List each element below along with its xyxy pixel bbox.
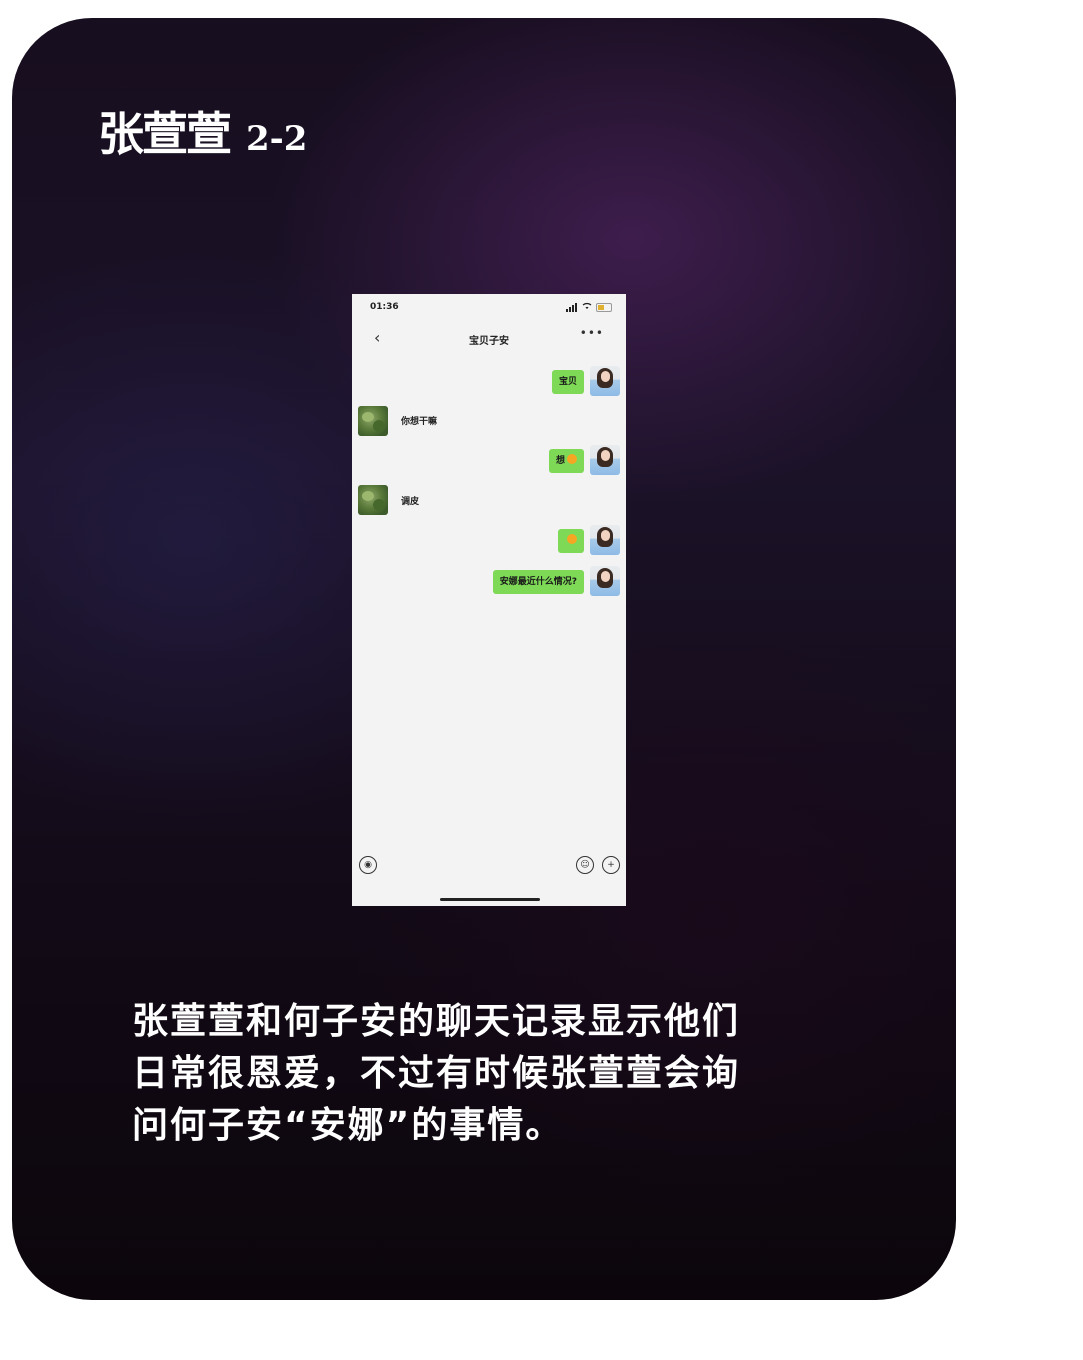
status-bar: 01:36: [352, 294, 626, 320]
message-bubble-out[interactable]: 安娜最近什么情况?: [492, 570, 584, 594]
signal-bar: [572, 305, 574, 312]
avatar-self[interactable]: [590, 366, 620, 396]
status-icons: [566, 302, 612, 312]
character-name: 张萱萱: [98, 107, 232, 161]
plus-icon[interactable]: +: [602, 856, 620, 874]
chat-input-bar: ◉ ☺ +: [352, 850, 626, 880]
avatar-contact[interactable]: [358, 485, 388, 515]
message-bubble-out[interactable]: [558, 529, 584, 553]
home-indicator: [440, 898, 540, 901]
avatar-self[interactable]: [590, 445, 620, 475]
message-text-in[interactable]: 你想干嘛: [401, 414, 437, 427]
more-icon[interactable]: •••: [580, 326, 604, 340]
wifi-icon: [582, 302, 592, 309]
phone-screenshot: 01:36 ‹ 宝贝子安 ••• 宝贝 你想干嘛 想 调皮 安娜最近什么情况? …: [352, 294, 626, 906]
story-card: 张萱萱 2-2 01:36 ‹ 宝贝子安 ••• 宝贝 你想干嘛 想 调皮 安娜…: [12, 18, 956, 1300]
caption-line: 张萱萱和何子安的聊天记录显示他们: [132, 1001, 741, 1042]
emoji-icon: [567, 454, 577, 464]
message-bubble-out[interactable]: 想: [548, 449, 584, 473]
message-text: 想: [555, 456, 565, 466]
message-bubble-out[interactable]: 宝贝: [551, 370, 584, 394]
status-time: 01:36: [370, 302, 399, 312]
avatar-contact[interactable]: [358, 406, 388, 436]
emoji-icon[interactable]: ☺: [576, 856, 594, 874]
card-title: 张萱萱 2-2: [98, 98, 307, 164]
sticker-emoji-icon: [567, 534, 577, 544]
signal-bar: [575, 303, 577, 312]
caption-line: 问何子安“安娜”的事情。: [132, 1105, 564, 1146]
avatar-self[interactable]: [590, 525, 620, 555]
avatar-self[interactable]: [590, 566, 620, 596]
battery-icon: [596, 303, 612, 312]
message-text-in[interactable]: 调皮: [401, 494, 419, 507]
voice-icon[interactable]: ◉: [359, 856, 377, 874]
caption-text: 张萱萱和何子安的聊天记录显示他们 日常很恩爱，不过有时候张萱萱会询 问何子安“安…: [132, 996, 852, 1152]
signal-bar: [569, 307, 571, 312]
chat-nav-bar: ‹ 宝贝子安 •••: [352, 322, 626, 352]
caption-line: 日常很恩爱，不过有时候张萱萱会询: [132, 1053, 741, 1094]
signal-icon: [566, 309, 568, 312]
clue-code: 2-2: [246, 119, 308, 159]
